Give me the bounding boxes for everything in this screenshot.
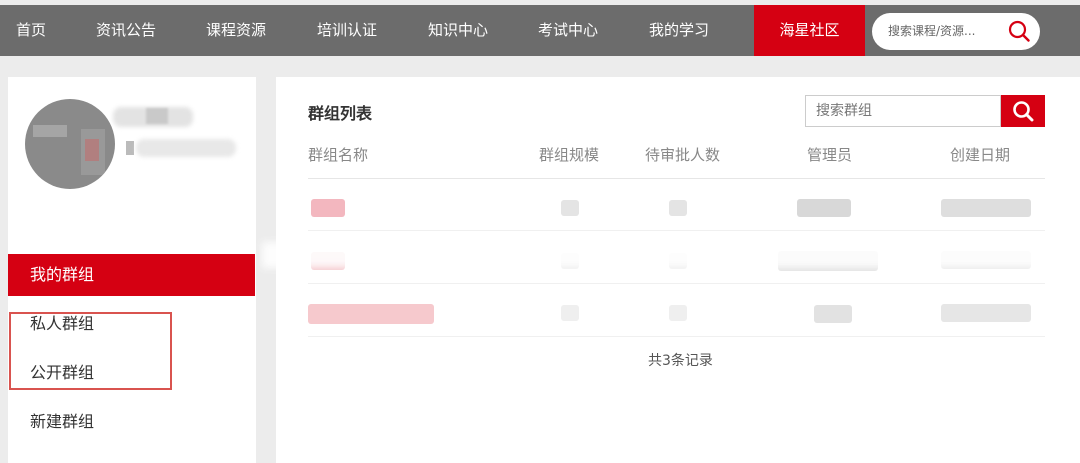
sidebar-item-private-groups[interactable]: 私人群组: [8, 303, 255, 345]
search-icon: [1013, 101, 1034, 122]
avatar[interactable]: [25, 99, 115, 189]
nav-item-home[interactable]: 首页: [0, 5, 62, 56]
sidebar-item-my-groups[interactable]: 我的群组: [8, 254, 255, 296]
column-header-admin: 管理员: [807, 146, 853, 164]
column-header-date: 创建日期: [950, 146, 1011, 164]
group-name-redacted[interactable]: [311, 199, 345, 217]
search-icon[interactable]: [1008, 20, 1030, 42]
column-header-name: 群组名称: [308, 146, 369, 164]
nav-item-news[interactable]: 资讯公告: [86, 5, 166, 56]
redaction-strip: [262, 242, 1080, 268]
nav-item-my-learning[interactable]: 我的学习: [639, 5, 719, 56]
column-header-size: 群组规模: [539, 146, 600, 164]
nav-item-community[interactable]: 海星社区: [754, 5, 865, 56]
nav-item-exam[interactable]: 考试中心: [528, 5, 608, 56]
top-nav: 首页 资讯公告 课程资源 培训认证 知识中心 考试中心 我的学习 海星社区 搜索…: [0, 5, 1080, 56]
group-search: 搜索群组: [805, 95, 1045, 127]
sidebar: 我的群组 私人群组 公开群组 新建群组: [8, 77, 256, 463]
group-name-redacted[interactable]: [308, 304, 434, 324]
site-search[interactable]: 搜索课程/资源...: [872, 13, 1040, 50]
record-count: 共3条记录: [648, 353, 713, 369]
site-search-input[interactable]: 搜索课程/资源...: [888, 13, 976, 50]
sidebar-item-public-groups[interactable]: 公开群组: [8, 352, 255, 394]
sidebar-item-new-group[interactable]: 新建群组: [8, 401, 255, 443]
column-header-pending: 待审批人数: [645, 146, 721, 164]
group-list-panel: 群组列表 搜索群组 群组名称 群组规模 待审批人数 管理员 创建日期 共3条记录: [276, 77, 1080, 463]
user-info-redacted: [136, 139, 236, 157]
nav-item-courses[interactable]: 课程资源: [196, 5, 276, 56]
group-search-input[interactable]: 搜索群组: [805, 95, 1001, 127]
group-search-button[interactable]: [1001, 95, 1045, 127]
nav-item-knowledge[interactable]: 知识中心: [418, 5, 498, 56]
nav-item-training[interactable]: 培训认证: [307, 5, 387, 56]
panel-title: 群组列表: [308, 104, 373, 123]
